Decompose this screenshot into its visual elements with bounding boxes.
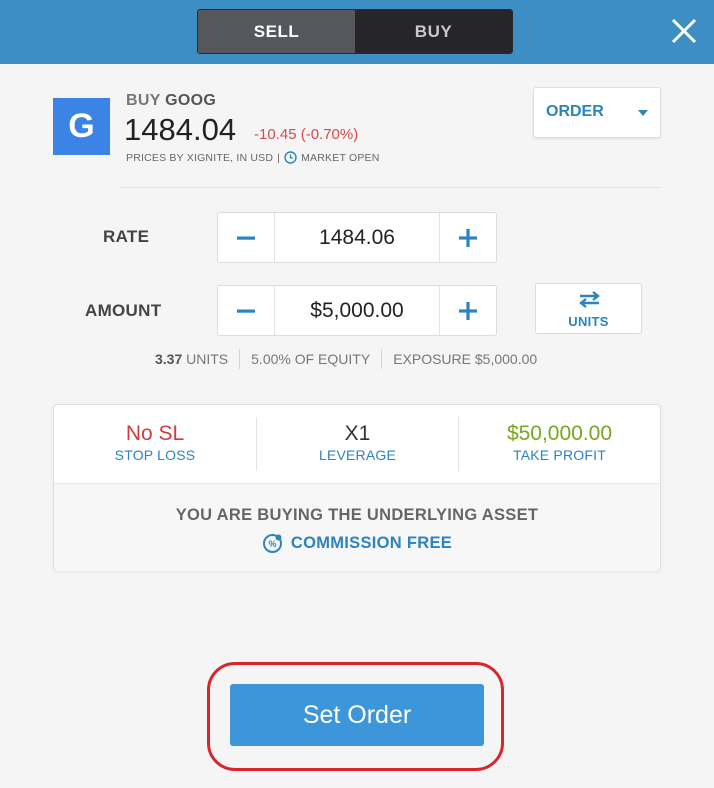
summary-separator xyxy=(239,349,241,369)
svg-text:%: % xyxy=(268,539,276,549)
price-source: PRICES BY XIGNITE, IN USD xyxy=(126,151,274,164)
price-change: -10.45 (-0.70%) xyxy=(254,126,359,143)
stop-loss-value: No SL xyxy=(125,422,185,445)
swap-arrows-icon xyxy=(579,291,600,308)
summary-separator xyxy=(381,349,383,369)
rate-increase-button[interactable] xyxy=(440,213,496,262)
plus-icon xyxy=(459,228,477,247)
units-switch-label: UNITS xyxy=(568,314,609,329)
instrument-logo: G xyxy=(53,98,110,155)
amount-decrease-button[interactable] xyxy=(218,286,274,335)
sell-buy-toggle: SELL BUY xyxy=(197,9,513,54)
instrument-title: BUY GOOG xyxy=(126,92,216,110)
sell-tab[interactable]: SELL xyxy=(198,10,355,53)
amount-stepper: $5,000.00 xyxy=(217,285,497,336)
leverage-label: LEVERAGE xyxy=(318,447,397,463)
take-profit-cell[interactable]: $50,000.00 TAKE PROFIT xyxy=(459,405,660,482)
order-type-dropdown[interactable]: ORDER xyxy=(533,87,661,138)
plus-icon xyxy=(459,301,477,320)
units-summary: 3.37 UNITS xyxy=(155,351,228,367)
minus-icon xyxy=(237,309,255,313)
section-divider xyxy=(120,187,661,188)
instrument-price: 1484.04 xyxy=(124,112,237,147)
set-order-button[interactable]: Set Order xyxy=(230,684,484,746)
units-switch-button[interactable]: UNITS xyxy=(535,283,642,334)
take-profit-value: $50,000.00 xyxy=(506,422,613,445)
buy-tab[interactable]: BUY xyxy=(355,10,512,53)
commission-free-text: COMMISSION FREE xyxy=(290,534,453,552)
take-profit-label: TAKE PROFIT xyxy=(513,447,606,463)
meta-separator: | xyxy=(277,151,281,164)
header-bar: SELL BUY xyxy=(0,0,714,64)
stop-loss-label: STOP LOSS xyxy=(114,447,196,463)
commission-badge-icon: % xyxy=(262,534,282,553)
logo-letter: G xyxy=(68,107,95,145)
asset-notice: YOU ARE BUYING THE UNDERLYING ASSET % CO… xyxy=(54,483,660,571)
clock-icon xyxy=(284,151,297,164)
rate-stepper: 1484.06 xyxy=(217,212,497,263)
commission-free-link[interactable]: % COMMISSION FREE xyxy=(54,533,660,554)
position-summary: 3.37 UNITS 5.00% OF EQUITY EXPOSURE $5,0… xyxy=(155,349,537,369)
trade-action: BUY xyxy=(126,92,161,109)
units-value: 3.37 xyxy=(155,351,183,367)
rate-input[interactable]: 1484.06 xyxy=(274,213,440,262)
exposure-summary: EXPOSURE $5,000.00 xyxy=(393,351,538,367)
market-status: MARKET OPEN xyxy=(301,151,380,164)
price-meta: PRICES BY XIGNITE, IN USD | MARKET OPEN xyxy=(126,151,380,164)
units-text: UNITS xyxy=(186,351,229,367)
order-type-label: ORDER xyxy=(546,103,604,120)
instrument-symbol: GOOG xyxy=(165,92,217,109)
leverage-value: X1 xyxy=(344,422,371,445)
rate-label: RATE xyxy=(103,227,150,246)
amount-increase-button[interactable] xyxy=(440,286,496,335)
minus-icon xyxy=(237,236,255,240)
leverage-cell[interactable]: X1 LEVERAGE xyxy=(257,405,458,482)
amount-label: AMOUNT xyxy=(85,301,162,320)
equity-summary: 5.00% OF EQUITY xyxy=(251,351,371,367)
chevron-down-icon xyxy=(638,110,648,116)
rate-decrease-button[interactable] xyxy=(218,213,274,262)
stop-loss-cell[interactable]: No SL STOP LOSS xyxy=(54,405,256,482)
trade-settings-card: No SL STOP LOSS X1 LEVERAGE $50,000.00 T… xyxy=(53,404,661,571)
amount-input[interactable]: $5,000.00 xyxy=(274,286,440,335)
close-icon[interactable] xyxy=(670,17,698,45)
underlying-asset-notice: YOU ARE BUYING THE UNDERLYING ASSET xyxy=(175,506,539,524)
